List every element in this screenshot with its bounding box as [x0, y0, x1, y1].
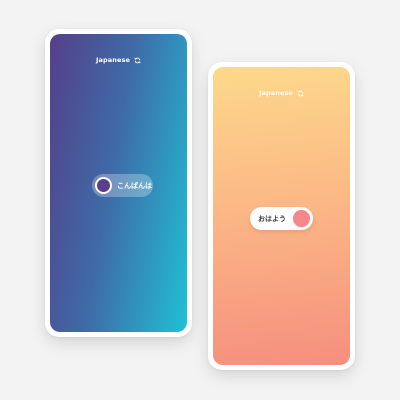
- stage: Japanese こんばんは Japanese おはよう: [0, 0, 400, 400]
- greeting-label: こんばんは: [117, 181, 152, 190]
- greeting-toggle-night[interactable]: こんばんは: [92, 174, 153, 197]
- refresh-icon: [297, 90, 304, 97]
- screen-morning: Japanese おはよう: [213, 67, 350, 365]
- screen-night: Japanese こんばんは: [50, 34, 187, 332]
- toggle-knob[interactable]: [293, 210, 310, 227]
- language-label: Japanese: [259, 89, 293, 97]
- greeting-toggle-morning[interactable]: おはよう: [250, 207, 313, 230]
- phone-night: Japanese こんばんは: [45, 29, 192, 337]
- toggle-knob[interactable]: [95, 177, 112, 194]
- greeting-label: おはよう: [258, 214, 286, 223]
- phone-morning: Japanese おはよう: [208, 62, 355, 370]
- language-label: Japanese: [96, 56, 130, 64]
- refresh-icon: [134, 57, 141, 64]
- language-selector-morning[interactable]: Japanese: [213, 89, 350, 97]
- language-selector-night[interactable]: Japanese: [50, 56, 187, 64]
